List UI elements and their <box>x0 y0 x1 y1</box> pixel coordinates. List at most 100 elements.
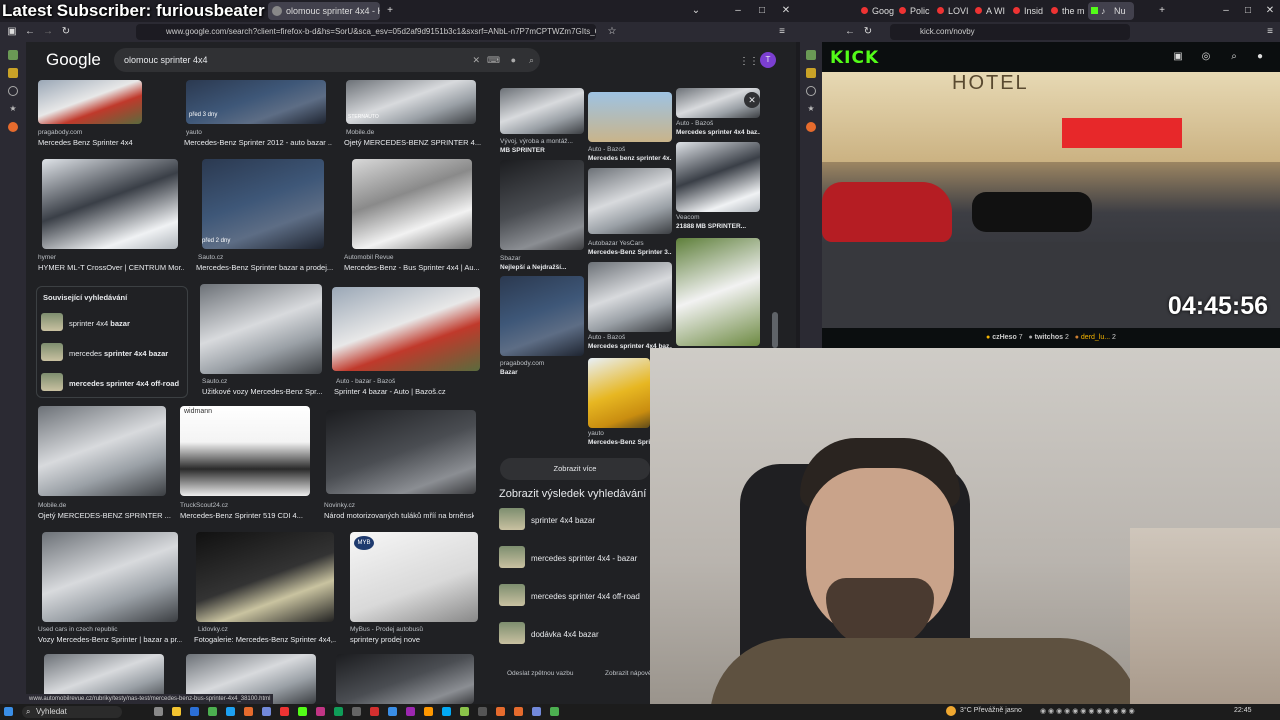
side-image[interactable] <box>500 160 584 250</box>
sidebar-ai-icon[interactable] <box>8 50 18 60</box>
side-source[interactable]: Auto - Bazoš <box>588 334 672 341</box>
tab-google[interactable]: Googl <box>858 2 894 20</box>
result-caption[interactable]: HYMER ML-T CrossOver | CENTRUM Mor... <box>38 263 184 272</box>
tray-icons[interactable]: ◉ ◉ ◉ ◉ ◉ ◉ ◉ ◉ ◉ ◉ ◉ ◉ <box>1040 707 1135 715</box>
stream-video[interactable]: HOTEL <box>822 72 1280 328</box>
reload-icon[interactable]: ↻ <box>60 26 72 38</box>
side-caption[interactable]: Bazar <box>500 369 584 376</box>
app-icon[interactable] <box>478 707 487 716</box>
side-caption[interactable]: 21888 MB SPRINTER... <box>676 223 760 230</box>
app-icon[interactable] <box>226 707 235 716</box>
feedback-link[interactable]: Odeslat zpětnou vazbu <box>507 670 574 677</box>
side-image[interactable] <box>676 238 760 346</box>
result-source[interactable]: TruckScout24.cz <box>180 502 320 509</box>
side-source[interactable]: yauto <box>588 430 650 437</box>
app-icon[interactable] <box>316 707 325 716</box>
result-caption[interactable]: Vozy Mercedes-Benz Sprinter | bazar a pr… <box>38 635 182 644</box>
result-caption[interactable]: Mercedes-Benz - Bus Sprinter 4x4 | Au... <box>344 263 484 272</box>
sidebar-ai-icon[interactable] <box>806 50 816 60</box>
sidebar-toggle-icon[interactable]: ▣ <box>6 26 18 38</box>
result-source[interactable]: Sauto.cz <box>198 254 338 261</box>
sidebar-history-icon[interactable] <box>806 86 816 96</box>
tab-item[interactable]: Insid <box>1010 2 1046 20</box>
result-source[interactable]: MyBus - Prodej autobusů <box>350 626 490 633</box>
clock[interactable]: 22:45 <box>1234 707 1252 714</box>
app-icon[interactable] <box>388 707 397 716</box>
app-icon[interactable] <box>460 707 469 716</box>
close-window-icon[interactable]: ✕ <box>1264 5 1276 17</box>
related-item[interactable]: sprinter 4x4 bazar <box>69 319 130 328</box>
result-caption[interactable]: Mercedes-Benz Sprinter 519 CDI 4... <box>180 511 320 520</box>
firefox-icon[interactable] <box>514 707 523 716</box>
scrollbar[interactable] <box>772 312 778 348</box>
speaker-icon[interactable]: ♪ <box>1101 2 1106 20</box>
suggestion-item[interactable]: mercedes sprinter 4x4 - bazar <box>531 554 637 563</box>
avatar[interactable]: T <box>760 52 776 68</box>
side-image[interactable] <box>588 92 672 142</box>
side-source[interactable]: Vývoj, výroba a montáž... <box>500 138 584 145</box>
app-icon[interactable] <box>550 707 559 716</box>
sidebar-history-icon[interactable] <box>8 86 18 96</box>
discord-icon[interactable] <box>262 707 271 716</box>
result-image[interactable] <box>332 287 480 371</box>
minimize-icon[interactable]: – <box>1220 5 1232 17</box>
result-caption[interactable]: Ojetý MERCEDES-BENZ SPRINTER 4... <box>344 138 494 147</box>
result-image[interactable] <box>200 284 322 374</box>
kick-logo[interactable]: KICK <box>830 48 879 68</box>
tab-item[interactable]: LOVI <box>934 2 970 20</box>
list-tabs-icon[interactable]: ⌄ <box>690 5 702 17</box>
new-tab-icon[interactable]: + <box>1156 5 1168 17</box>
sidebar-pocket-icon[interactable] <box>8 68 18 78</box>
side-source[interactable]: Autobazar YesCars <box>588 240 672 247</box>
edge-icon[interactable] <box>190 707 199 716</box>
bookmark-star-icon[interactable]: ☆ <box>606 26 618 38</box>
menu-icon[interactable]: ≡ <box>1264 26 1276 38</box>
app-icon[interactable] <box>370 707 379 716</box>
result-caption[interactable]: sprintery prodej nove <box>350 635 490 644</box>
sidebar-bookmarks-icon[interactable]: ★ <box>806 104 816 114</box>
side-caption[interactable]: MB SPRINTER <box>500 147 584 154</box>
side-caption[interactable]: Mercedes benz sprinter 4x... <box>588 155 672 162</box>
app-icon[interactable] <box>424 707 433 716</box>
apps-grid-icon[interactable]: ⋮⋮ <box>739 56 759 67</box>
related-item[interactable]: mercedes sprinter 4x4 bazar <box>69 349 168 358</box>
forward-icon[interactable]: → <box>42 26 54 38</box>
result-image[interactable] <box>336 654 474 704</box>
suggestion-item[interactable]: dodávka 4x4 bazar <box>531 630 599 639</box>
app-icon[interactable] <box>442 707 451 716</box>
side-image[interactable] <box>588 168 672 234</box>
back-icon[interactable]: ← <box>844 26 856 38</box>
app-icon[interactable] <box>280 707 289 716</box>
app-icon[interactable] <box>208 707 217 716</box>
result-caption[interactable]: Užitkové vozy Mercedes-Benz Spr... <box>202 387 326 396</box>
app-icon[interactable] <box>406 707 415 716</box>
result-source[interactable]: Lidovky.cz <box>198 626 338 633</box>
side-source[interactable]: Veacom <box>676 214 760 221</box>
close-window-icon[interactable]: ✕ <box>780 5 792 17</box>
globe-icon[interactable]: ◎ <box>1200 51 1212 63</box>
keyboard-icon[interactable]: ⌨ <box>487 48 500 72</box>
result-caption[interactable]: Fotogalerie: Mercedes-Benz Sprinter 4x4,… <box>194 635 336 644</box>
result-source[interactable]: Automobil Revue <box>344 254 484 261</box>
result-image[interactable] <box>326 410 476 494</box>
suggestion-item[interactable]: sprinter 4x4 bazar <box>531 516 595 525</box>
clear-icon[interactable]: ✕ <box>472 48 480 72</box>
app-icon[interactable] <box>352 707 361 716</box>
result-image[interactable] <box>38 406 166 496</box>
side-image[interactable] <box>588 262 672 332</box>
result-image[interactable]: widmann <box>180 406 310 496</box>
result-image[interactable]: MYB <box>350 532 478 622</box>
result-image[interactable] <box>42 159 178 249</box>
reload-icon[interactable]: ↻ <box>862 26 874 38</box>
result-source[interactable]: Mobile.de <box>346 129 486 136</box>
result-caption[interactable]: Národ motorizovaných tuláků mříí na brně… <box>324 511 474 520</box>
result-image[interactable] <box>352 159 472 249</box>
side-image[interactable] <box>676 142 760 212</box>
result-caption[interactable]: Mercedes-Benz Sprinter 2012 - auto bazar… <box>184 138 332 147</box>
taskbar-search[interactable]: ⌕ Vyhledat <box>22 706 122 718</box>
side-source[interactable]: Auto - Bazoš <box>588 146 672 153</box>
app-icon[interactable] <box>334 707 343 716</box>
result-source[interactable]: yauto <box>186 129 326 136</box>
app-icon[interactable] <box>532 707 541 716</box>
weather-text[interactable]: 3°C Převážně jasno <box>960 707 1022 714</box>
